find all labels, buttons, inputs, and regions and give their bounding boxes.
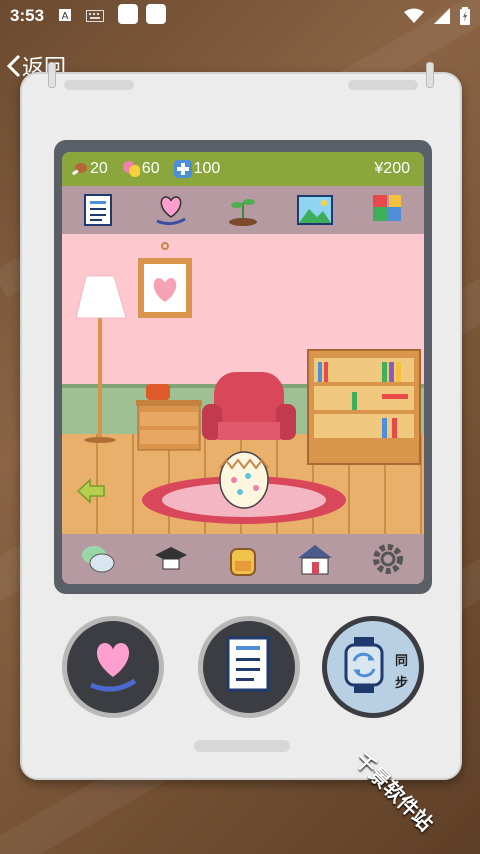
puzzle-icon[interactable] [369, 191, 407, 229]
arrow-left-icon[interactable] [76, 478, 106, 504]
health-stat: 100 [173, 160, 221, 178]
plus-icon [173, 160, 192, 178]
graduation-cap-icon[interactable] [152, 540, 190, 578]
top-menu [62, 186, 424, 234]
report-button[interactable] [198, 616, 300, 718]
device-grip [348, 80, 418, 90]
side-table-with-phone [136, 384, 202, 451]
bookshelf [307, 349, 421, 465]
stats-bar: 20 60 100 ¥200 [62, 152, 424, 186]
food-value: 20 [90, 160, 108, 177]
wifi-icon [404, 8, 424, 28]
svg-text:A: A [62, 11, 69, 22]
care-button[interactable] [62, 616, 164, 718]
notification-square-icon [146, 4, 167, 28]
sync-label: 同步 [395, 654, 409, 691]
screen-frame: 20 60 100 ¥200 [54, 140, 432, 594]
smartwatch-sync-icon [340, 635, 388, 699]
report-card-icon[interactable] [79, 191, 117, 229]
health-value: 100 [193, 160, 221, 177]
notification-square-icon [118, 4, 139, 28]
landscape-photo-icon[interactable] [296, 191, 334, 229]
device-home-bar [194, 740, 290, 752]
device-post [48, 62, 56, 88]
keyboard-icon [86, 7, 105, 26]
keyboard-a-icon: A [58, 7, 72, 26]
money-value: ¥200 [374, 160, 410, 177]
pet-device: 20 60 100 ¥200 同步 [20, 62, 462, 780]
status-bar: 3:53 A [0, 0, 480, 32]
status-time: 3:53 [10, 6, 45, 25]
bottom-menu [62, 534, 424, 584]
heart-picture-frame [138, 242, 192, 318]
chat-bubbles-icon[interactable] [79, 540, 117, 578]
red-armchair [202, 372, 296, 440]
heart-hand-icon[interactable] [152, 191, 190, 229]
sync-button[interactable]: 同步 [322, 616, 424, 718]
battery-icon [460, 7, 470, 29]
room-furniture [75, 242, 421, 524]
drumstick-icon [70, 160, 88, 178]
pet-egg [219, 451, 269, 509]
device-post [426, 62, 434, 88]
living-room-scene [62, 234, 424, 534]
food-stat: 20 [70, 160, 108, 178]
faces-icon [122, 160, 140, 178]
report-card-icon [224, 636, 274, 698]
mood-stat: 60 [122, 160, 160, 178]
mood-value: 60 [141, 160, 160, 177]
settings-gear-icon[interactable] [369, 540, 407, 578]
house-icon[interactable] [296, 540, 334, 578]
floor-lamp [75, 275, 127, 443]
chevron-left-icon [6, 54, 21, 78]
backpack-icon[interactable] [224, 540, 262, 578]
signal-icon [434, 8, 450, 28]
sprout-icon[interactable] [224, 191, 262, 229]
heart-hand-icon [83, 635, 143, 699]
device-grip [64, 80, 134, 90]
game-screen: 20 60 100 ¥200 [62, 152, 424, 584]
